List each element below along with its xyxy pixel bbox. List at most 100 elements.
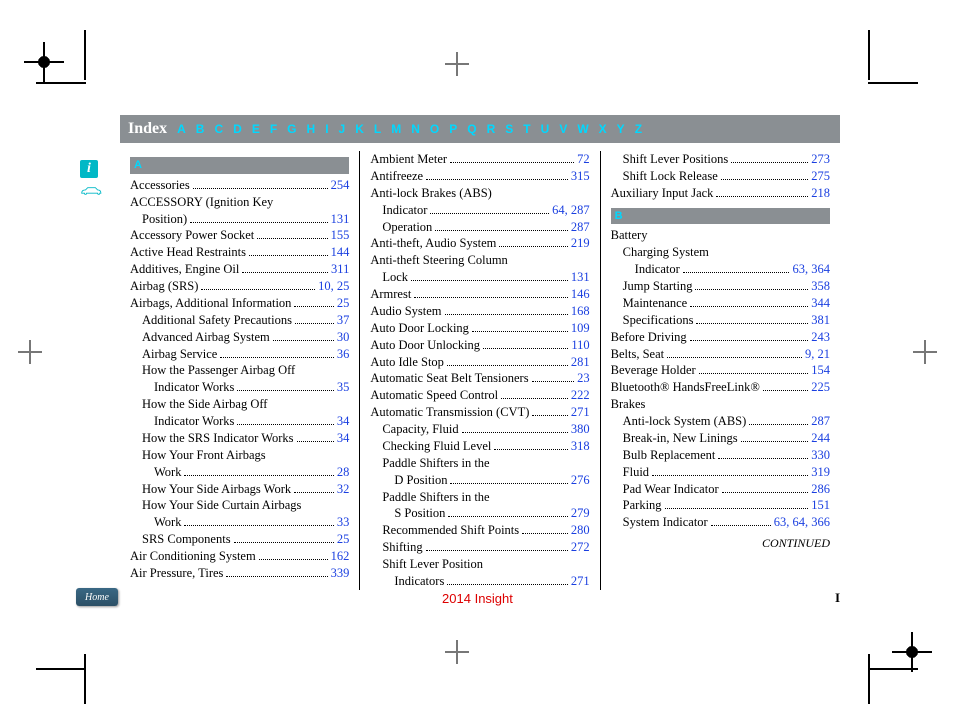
entry-page-link[interactable]: 64, 287 [552, 202, 590, 219]
index-entry: Lock131 [370, 269, 589, 286]
alpha-link-b[interactable]: B [196, 122, 205, 136]
index-entry: Airbag Service36 [130, 346, 349, 363]
entry-page-link[interactable]: 34 [337, 430, 350, 447]
entry-page-link[interactable]: 154 [811, 362, 830, 379]
entry-page-link[interactable]: 358 [811, 278, 830, 295]
entry-page-link[interactable]: 28 [337, 464, 350, 481]
alpha-link-v[interactable]: V [559, 122, 567, 136]
alpha-link-m[interactable]: M [391, 122, 401, 136]
alpha-link-o[interactable]: O [430, 122, 439, 136]
alpha-link-g[interactable]: G [287, 122, 296, 136]
entry-page-link[interactable]: 131 [331, 211, 350, 228]
alpha-link-u[interactable]: U [541, 122, 550, 136]
alpha-link-e[interactable]: E [252, 122, 260, 136]
entry-page-link[interactable]: 23 [577, 370, 590, 387]
entry-page-link[interactable]: 37 [337, 312, 350, 329]
alpha-link-h[interactable]: H [307, 122, 316, 136]
entry-page-link[interactable]: 25 [337, 531, 350, 548]
entry-page-link[interactable]: 72 [577, 151, 590, 168]
entry-page-link[interactable]: 33 [337, 514, 350, 531]
entry-page-link[interactable]: 281 [571, 354, 590, 371]
alpha-link-i[interactable]: I [325, 122, 328, 136]
entry-page-link[interactable]: 9, 21 [805, 346, 830, 363]
alpha-link-l[interactable]: L [374, 122, 381, 136]
index-entry: How the Side Airbag Off [130, 396, 349, 413]
index-header: Index ABCDEFGHIJKLMNOPQRSTUVWXYZ [120, 115, 840, 143]
entry-page-link[interactable]: 287 [811, 413, 830, 430]
alpha-link-k[interactable]: K [355, 122, 364, 136]
alpha-link-f[interactable]: F [270, 122, 277, 136]
entry-page-link[interactable]: 110 [571, 337, 589, 354]
entry-page-link[interactable]: 271 [571, 404, 590, 421]
entry-page-link[interactable]: 319 [811, 464, 830, 481]
alpha-link-z[interactable]: Z [635, 122, 642, 136]
entry-page-link[interactable]: 109 [571, 320, 590, 337]
alpha-link-j[interactable]: J [339, 122, 346, 136]
alpha-link-s[interactable]: S [505, 122, 513, 136]
entry-page-link[interactable]: 32 [337, 481, 350, 498]
alpha-link-t[interactable]: T [523, 122, 530, 136]
entry-page-link[interactable]: 36 [337, 346, 350, 363]
alpha-link-q[interactable]: Q [467, 122, 476, 136]
index-entry: Automatic Transmission (CVT)271 [370, 404, 589, 421]
entry-page-link[interactable]: 273 [811, 151, 830, 168]
entry-page-link[interactable]: 151 [811, 497, 830, 514]
entry-page-link[interactable]: 168 [571, 303, 590, 320]
entry-label: Indicators [394, 573, 444, 590]
index-entry: Brakes [611, 396, 830, 413]
entry-page-link[interactable]: 254 [331, 177, 350, 194]
entry-page-link[interactable]: 219 [571, 235, 590, 252]
entry-label: Air Conditioning System [130, 548, 256, 565]
entry-page-link[interactable]: 243 [811, 329, 830, 346]
entry-page-link[interactable]: 339 [331, 565, 350, 582]
entry-page-link[interactable]: 10, 25 [318, 278, 349, 295]
index-entry: Work28 [130, 464, 349, 481]
entry-page-link[interactable]: 30 [337, 329, 350, 346]
alpha-link-p[interactable]: P [449, 122, 457, 136]
entry-page-link[interactable]: 271 [571, 573, 590, 590]
entry-page-link[interactable]: 272 [571, 539, 590, 556]
entry-page-link[interactable]: 144 [331, 244, 350, 261]
entry-page-link[interactable]: 280 [571, 522, 590, 539]
alpha-link-a[interactable]: A [177, 122, 186, 136]
entry-page-link[interactable]: 244 [811, 430, 830, 447]
entry-page-link[interactable]: 63, 364 [792, 261, 830, 278]
entry-page-link[interactable]: 318 [571, 438, 590, 455]
alpha-link-r[interactable]: R [487, 122, 496, 136]
entry-page-link[interactable]: 34 [337, 413, 350, 430]
alpha-link-n[interactable]: N [411, 122, 420, 136]
entry-page-link[interactable]: 63, 64, 366 [774, 514, 830, 531]
alpha-link-w[interactable]: W [577, 122, 588, 136]
entry-label: Shift Lever Positions [623, 151, 729, 168]
entry-page-link[interactable]: 218 [811, 185, 830, 202]
entry-page-link[interactable]: 344 [811, 295, 830, 312]
entry-page-link[interactable]: 276 [571, 472, 590, 489]
alpha-link-y[interactable]: Y [617, 122, 625, 136]
entry-page-link[interactable]: 25 [337, 295, 350, 312]
alpha-link-c[interactable]: C [214, 122, 223, 136]
entry-page-link[interactable]: 311 [331, 261, 349, 278]
entry-page-link[interactable]: 225 [811, 379, 830, 396]
car-icon[interactable] [80, 184, 102, 203]
entry-page-link[interactable]: 381 [811, 312, 830, 329]
entry-page-link[interactable]: 279 [571, 505, 590, 522]
alpha-link-x[interactable]: X [599, 122, 607, 136]
info-icon[interactable]: i [80, 160, 98, 178]
entry-page-link[interactable]: 155 [331, 227, 350, 244]
entry-page-link[interactable]: 222 [571, 387, 590, 404]
entry-page-link[interactable]: 287 [571, 219, 590, 236]
alpha-link-d[interactable]: D [233, 122, 242, 136]
entry-page-link[interactable]: 380 [571, 421, 590, 438]
entry-label: Shifting [382, 539, 422, 556]
index-entry: Before Driving243 [611, 329, 830, 346]
entry-label: Bulb Replacement [623, 447, 716, 464]
entry-page-link[interactable]: 286 [811, 481, 830, 498]
entry-page-link[interactable]: 275 [811, 168, 830, 185]
home-button[interactable]: Home [76, 588, 118, 606]
entry-page-link[interactable]: 146 [571, 286, 590, 303]
entry-page-link[interactable]: 330 [811, 447, 830, 464]
entry-page-link[interactable]: 35 [337, 379, 350, 396]
entry-page-link[interactable]: 131 [571, 269, 590, 286]
entry-page-link[interactable]: 315 [571, 168, 590, 185]
entry-page-link[interactable]: 162 [331, 548, 350, 565]
